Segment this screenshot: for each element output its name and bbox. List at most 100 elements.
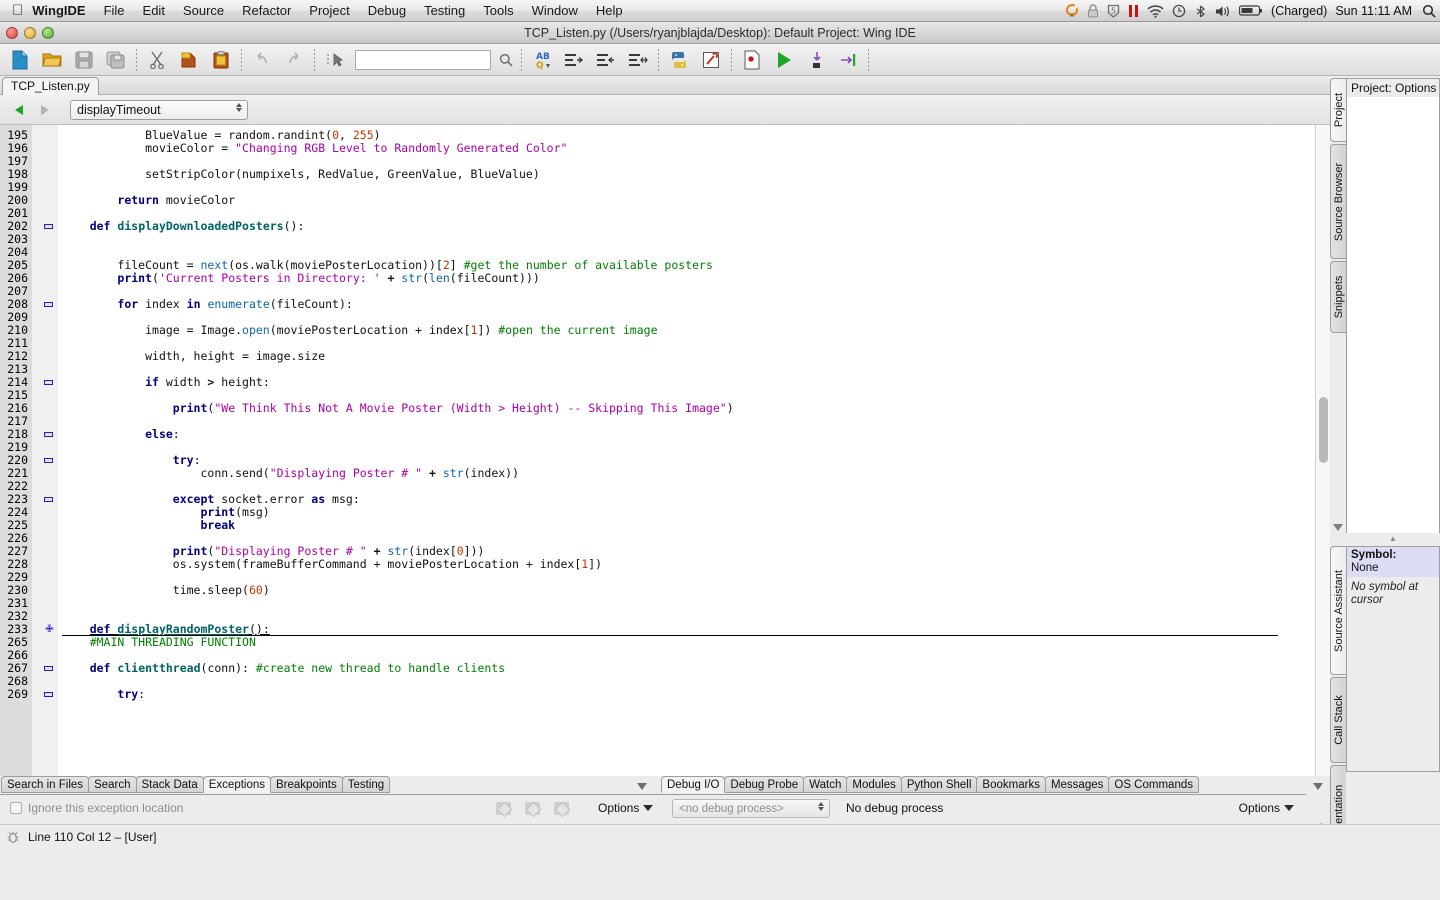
editor-file-tab[interactable]: TCP_Listen.py: [2, 77, 99, 95]
fold-collapse-icon[interactable]: [44, 224, 53, 229]
replace-button[interactable]: AB Q: [526, 45, 558, 75]
code-line[interactable]: 218 else:: [0, 428, 1290, 441]
code-line[interactable]: 267 def clientthread(conn): #create new …: [0, 662, 1290, 675]
code-line[interactable]: 230 time.sleep(60): [0, 584, 1290, 597]
indent-left-button[interactable]: [590, 45, 622, 75]
combo-stepper-icon[interactable]: [236, 102, 242, 112]
vertical-tab-project[interactable]: Project: [1330, 78, 1346, 143]
zoom-button[interactable]: [42, 27, 54, 39]
symbol-selector-combo[interactable]: displayTimeout: [70, 99, 248, 120]
code-line[interactable]: 198 setStripColor(numpixels, RedValue, G…: [0, 168, 1290, 181]
code-line[interactable]: 216 print("We Think This Not A Movie Pos…: [0, 402, 1290, 415]
ignore-exception-checkbox[interactable]: [10, 802, 22, 814]
code-line[interactable]: 221 conn.send("Displaying Poster # " + s…: [0, 467, 1290, 480]
code-line[interactable]: 203: [0, 233, 1290, 246]
paste-button[interactable]: [205, 45, 237, 75]
tab-search[interactable]: Search: [88, 776, 137, 793]
record-macro-button[interactable]: [736, 45, 768, 75]
fold-collapse-icon[interactable]: [44, 380, 53, 385]
tab-watch[interactable]: Watch: [803, 776, 848, 793]
vertical-tab-snippets[interactable]: Snippets: [1330, 261, 1346, 333]
lock-icon[interactable]: [1087, 4, 1099, 18]
bottom-left-collapse-icon[interactable]: [636, 780, 648, 794]
nav-forward-button[interactable]: [32, 98, 58, 122]
minimize-button[interactable]: [24, 27, 36, 39]
menu-item-window[interactable]: Window: [523, 0, 587, 22]
apple-logo-icon[interactable]: : [12, 3, 23, 18]
timemachine-icon[interactable]: [1172, 4, 1186, 18]
menu-item-tools[interactable]: Tools: [474, 0, 522, 22]
tab-stack-data[interactable]: Stack Data: [135, 776, 204, 793]
pause-bars-icon[interactable]: [1128, 4, 1139, 18]
run-button[interactable]: [768, 45, 800, 75]
python-shell-button[interactable]: [663, 45, 695, 75]
bottom-right-collapse-icon[interactable]: [1312, 780, 1324, 794]
project-panel-body[interactable]: [1347, 97, 1439, 533]
tab-os-commands[interactable]: OS Commands: [1108, 776, 1199, 793]
crashplan-icon[interactable]: x: [1065, 4, 1079, 18]
fold-collapse-icon[interactable]: [44, 458, 53, 463]
editor-scrollbar-thumb[interactable]: [1319, 397, 1328, 463]
exception-options-button[interactable]: Options: [598, 801, 654, 815]
debug-options-button[interactable]: Options: [1239, 801, 1294, 815]
menu-item-file[interactable]: File: [95, 0, 134, 22]
tab-debug-probe[interactable]: Debug Probe: [724, 776, 805, 793]
volume-icon[interactable]: [1215, 5, 1231, 18]
menu-item-project[interactable]: Project: [300, 0, 358, 22]
code-line[interactable]: 269 try:: [0, 688, 1290, 701]
editor-vertical-scrollbar[interactable]: [1315, 125, 1330, 776]
exception-next-icon[interactable]: [554, 801, 569, 815]
step-into-button[interactable]: [800, 45, 832, 75]
tab-messages[interactable]: Messages: [1044, 776, 1110, 793]
vertical-tab-call-stack[interactable]: Call Stack: [1330, 677, 1346, 764]
menu-item-help[interactable]: Help: [587, 0, 632, 22]
copy-button[interactable]: [173, 45, 205, 75]
fold-collapse-icon[interactable]: [44, 432, 53, 437]
search-magnifier-icon[interactable]: [495, 53, 517, 67]
fold-expand-icon[interactable]: ✙: [44, 624, 55, 635]
fold-collapse-icon[interactable]: [44, 666, 53, 671]
fold-collapse-icon[interactable]: [44, 497, 53, 502]
fold-collapse-icon[interactable]: [44, 302, 53, 307]
tab-breakpoints[interactable]: Breakpoints: [270, 776, 343, 793]
code-line[interactable]: 217: [0, 415, 1290, 428]
new-file-button[interactable]: [4, 45, 36, 75]
tab-exceptions[interactable]: Exceptions: [202, 776, 272, 793]
open-file-button[interactable]: [36, 45, 68, 75]
code-line[interactable]: 208 for index in enumerate(fileCount):: [0, 298, 1290, 311]
menu-item-edit[interactable]: Edit: [134, 0, 174, 22]
code-line[interactable]: 268: [0, 675, 1290, 688]
code-line[interactable]: 200 return movieColor: [0, 194, 1290, 207]
code-line[interactable]: 265 #MAIN THREADING FUNCTION: [0, 636, 1290, 649]
tab-bookmarks[interactable]: Bookmarks: [976, 776, 1046, 793]
indent-both-button[interactable]: [622, 45, 654, 75]
tab-testing[interactable]: Testing: [341, 776, 391, 793]
tab-search-in-files[interactable]: Search in Files: [1, 776, 90, 793]
battery-icon[interactable]: [1239, 5, 1263, 17]
exception-current-icon[interactable]: [525, 801, 540, 815]
code-line[interactable]: 231: [0, 597, 1290, 610]
menu-item-debug[interactable]: Debug: [359, 0, 415, 22]
menu-item-testing[interactable]: Testing: [415, 0, 474, 22]
save-file-button[interactable]: [68, 45, 100, 75]
right-panel-collapse-icon[interactable]: [1332, 521, 1344, 535]
code-line[interactable]: 225 break: [0, 519, 1290, 532]
indent-right-button[interactable]: [558, 45, 590, 75]
save-all-button[interactable]: [100, 45, 132, 75]
code-line[interactable]: 212 width, height = image.size: [0, 350, 1290, 363]
code-line[interactable]: 210 image = Image.open(moviePosterLocati…: [0, 324, 1290, 337]
tab-python-shell[interactable]: Python Shell: [900, 776, 978, 793]
spotlight-search-icon[interactable]: [1422, 4, 1436, 18]
debug-process-combo[interactable]: <no debug process>: [672, 798, 830, 818]
code-line[interactable]: 228 os.system(frameBufferCommand + movie…: [0, 558, 1290, 571]
fold-collapse-icon[interactable]: [44, 692, 53, 697]
combo-stepper-icon[interactable]: [818, 801, 824, 811]
pointer-select-button[interactable]: [319, 45, 351, 75]
menu-item-refactor[interactable]: Refactor: [233, 0, 300, 22]
nav-back-button[interactable]: [6, 98, 32, 122]
tab-debug-i-o[interactable]: Debug I/O: [661, 776, 726, 793]
redo-button[interactable]: [278, 45, 310, 75]
cut-button[interactable]: [141, 45, 173, 75]
code-editor[interactable]: 195 BlueValue = random.randint(0, 255) 19…: [0, 125, 1330, 776]
menu-item-source[interactable]: Source: [174, 0, 233, 22]
